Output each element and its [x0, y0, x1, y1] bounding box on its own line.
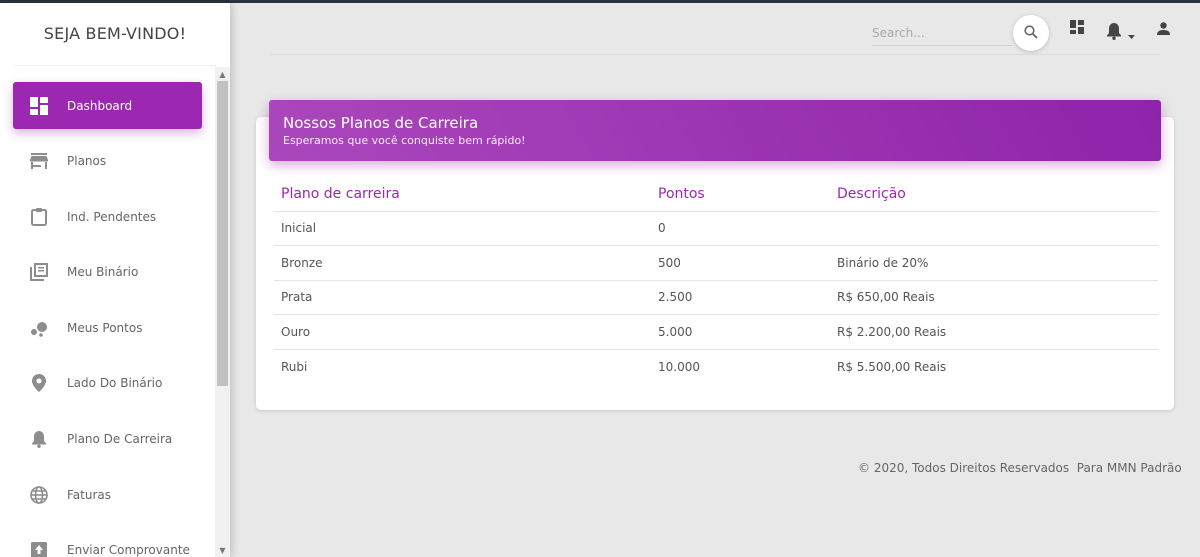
- globe-icon: [29, 485, 49, 505]
- sidebar-item-enviar-comprovante[interactable]: Enviar Comprovante: [13, 527, 202, 557]
- table-cell: Ouro: [274, 314, 651, 350]
- search-icon: [1024, 24, 1038, 43]
- card-header: Nossos Planos de Carreira Esperamos que …: [269, 100, 1161, 161]
- table-row: Rubi 10.000 R$ 5.500,00 Reais: [274, 349, 1158, 384]
- table-cell: Rubi: [281, 359, 308, 374]
- dashboard-icon: [29, 96, 49, 116]
- sidebar-item-label: Planos: [67, 154, 107, 169]
- table-cell: 10.000: [658, 359, 700, 374]
- sidebar-item-dashboard[interactable]: Dashboard: [13, 82, 202, 129]
- table-header-row: Plano de carreira Pontos Descrição: [274, 177, 1158, 212]
- table-cell: R$ 2.200,00 Reais: [830, 314, 1158, 350]
- column-header-plano: Plano de carreira: [274, 177, 651, 212]
- user-menu-button[interactable]: [1155, 21, 1171, 37]
- career-plans-table: Plano de carreira Pontos Descrição Inici…: [274, 177, 1158, 384]
- sidebar-item-ind-pendentes[interactable]: Ind. Pendentes: [13, 193, 202, 240]
- sidebar-item-planos[interactable]: Planos: [13, 138, 202, 185]
- sidebar-item-meu-binario[interactable]: Meu Binário: [13, 249, 202, 296]
- footer-copyright: © 2020, Todos Direitos Reservados Para M…: [858, 461, 1182, 475]
- sidebar-item-plano-de-carreira[interactable]: Plano De Carreira: [13, 416, 202, 463]
- sidebar-item-label: Faturas: [67, 487, 112, 502]
- search-input[interactable]: [872, 20, 1012, 46]
- sidebar: SEJA BEM-VINDO! Dashboard Planos Ind. Pe…: [0, 3, 230, 557]
- sidebar-item-meus-pontos[interactable]: Meus Pontos: [13, 304, 202, 351]
- sidebar-item-faturas[interactable]: Faturas: [13, 471, 202, 518]
- upload-icon: [29, 540, 49, 557]
- table-cell: 2.500: [651, 280, 830, 315]
- table-cell: R$ 650,00 Reais: [830, 280, 1158, 315]
- card-subtitle: Esperamos que você conquiste bem rápido!: [283, 134, 526, 147]
- column-header-pontos: Pontos: [651, 177, 830, 212]
- bubbles-icon: [29, 318, 49, 338]
- table-cell: 500: [651, 245, 830, 281]
- sidebar-item-label: Enviar Comprovante: [67, 543, 190, 557]
- search-button[interactable]: [1013, 15, 1049, 51]
- table-cell: R$ 5.500,00 Reais: [837, 359, 947, 374]
- scroll-up-icon[interactable]: ▲: [218, 70, 227, 79]
- sidebar-item-label: Meus Pontos: [67, 320, 143, 335]
- table-cell: 0: [651, 211, 830, 246]
- library-icon: [29, 262, 49, 282]
- table-row: Inicial 0: [274, 211, 1158, 246]
- person-icon: [1156, 20, 1170, 39]
- sidebar-brand: SEJA BEM-VINDO!: [43, 24, 187, 43]
- header-divider: [270, 54, 1160, 55]
- scroll-down-icon[interactable]: ▼: [218, 546, 227, 555]
- grid-view-button[interactable]: [1069, 19, 1085, 38]
- card-title: Nossos Planos de Carreira: [283, 114, 479, 132]
- scrollbar-thumb[interactable]: [217, 81, 228, 386]
- store-icon: [29, 151, 49, 171]
- sidebar-item-label: Meu Binário: [67, 265, 139, 280]
- sidebar-scrollbar[interactable]: ▲ ▼: [215, 67, 230, 557]
- notifications-button[interactable]: [1103, 22, 1137, 44]
- sidebar-item-label: Plano De Carreira: [67, 432, 173, 447]
- dashboard-icon: [1070, 19, 1084, 38]
- table-row: Prata 2.500 R$ 650,00 Reais: [274, 280, 1158, 315]
- table-cell: [830, 211, 1158, 246]
- sidebar-item-label: Lado Do Binário: [67, 376, 163, 391]
- sidebar-item-label: Dashboard: [67, 98, 133, 113]
- table-row: Bronze 500 Binário de 20%: [274, 245, 1158, 281]
- table-cell: Prata: [274, 280, 651, 315]
- table-cell: Binário de 20%: [830, 245, 1158, 281]
- bell-icon: [29, 429, 49, 449]
- table-row: Ouro 5.000 R$ 2.200,00 Reais: [274, 314, 1158, 350]
- brand-divider: [14, 65, 216, 66]
- sidebar-item-lado-do-binario[interactable]: Lado Do Binário: [13, 360, 202, 407]
- clipboard-icon: [29, 207, 49, 227]
- sidebar-item-label: Ind. Pendentes: [67, 209, 157, 224]
- table-cell: Bronze: [274, 245, 651, 281]
- column-header-descricao: Descrição: [830, 177, 1158, 212]
- caret-down-icon: [1127, 24, 1135, 43]
- location-pin-icon: [29, 373, 49, 393]
- sidebar-nav: Dashboard Planos Ind. Pendentes Meu Biná…: [0, 82, 215, 557]
- table-cell: Inicial: [274, 211, 651, 246]
- bell-icon: [1106, 22, 1122, 44]
- table-cell: 5.000: [651, 314, 830, 350]
